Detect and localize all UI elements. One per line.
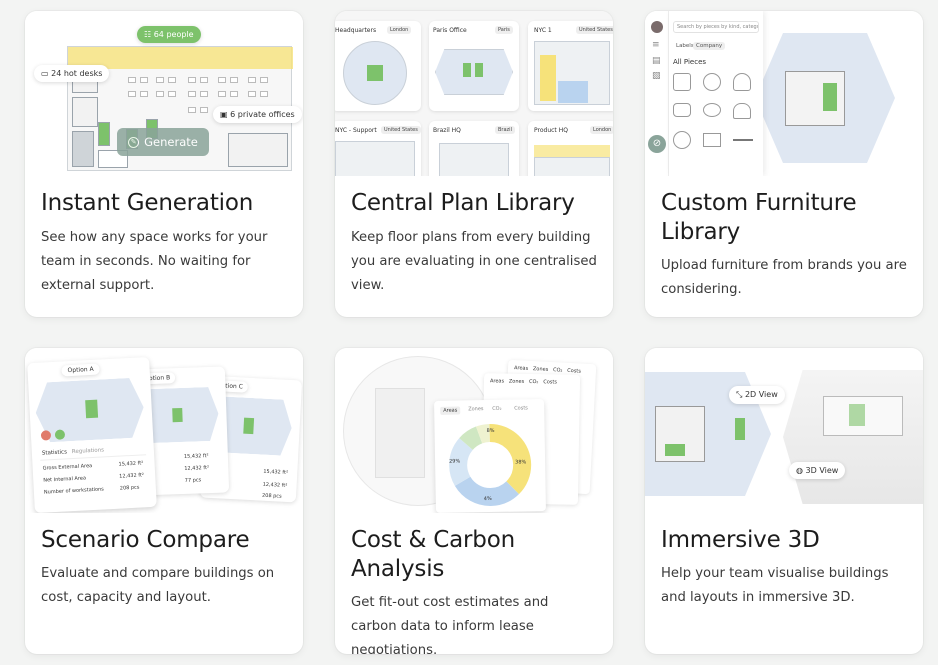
immersive-3d-illustration: ⤡ 2D View ◍ 3D View bbox=[645, 348, 923, 513]
furniture-panel: Search by pieces by kind, category Label… bbox=[669, 11, 763, 176]
card-description: Evaluate and compare buildings on cost, … bbox=[41, 566, 275, 605]
image-icon[interactable]: ▧ bbox=[652, 71, 661, 81]
menu-icon[interactable]: ≡ bbox=[652, 40, 660, 50]
card-cost-carbon-analysis[interactable]: Areas Zones CO₂ Costs Areas Zones CO₂ Co… bbox=[335, 348, 613, 654]
plan-tile-product-hq[interactable]: Product HQ London bbox=[528, 121, 613, 176]
card-description: Keep floor plans from every building you… bbox=[351, 230, 597, 293]
hot-desks-pill: ▭ 24 hot desks bbox=[34, 65, 110, 82]
option-a-panel: Option A Statistics Regulations Gross Ex… bbox=[27, 356, 157, 513]
3d-view-button[interactable]: ◍ 3D View bbox=[789, 462, 846, 479]
card-immersive-3d[interactable]: ⤡ 2D View ◍ 3D View Immersive 3D Help yo… bbox=[645, 348, 923, 654]
card-title: Scenario Compare bbox=[41, 527, 250, 553]
plan-tile-brazil-hq[interactable]: Brazil HQ Brazil bbox=[429, 121, 519, 176]
people-icon: ☷ bbox=[144, 30, 154, 39]
generate-button[interactable]: ✎ Generate bbox=[117, 128, 209, 156]
people-pill: ☷ 64 people bbox=[137, 26, 201, 43]
office-icon: ▣ bbox=[220, 110, 231, 119]
globe-icon: ◍ bbox=[796, 466, 806, 475]
plan-tile-nyc-support[interactable]: NYC - Support United States bbox=[335, 121, 421, 176]
card-scenario-compare[interactable]: Option C 15,432 ft² 12,432 ft² 208 pcs O… bbox=[25, 348, 303, 654]
card-title: Immersive 3D bbox=[661, 527, 820, 553]
card-title: Central Plan Library bbox=[351, 190, 575, 216]
tab-costs[interactable]: Costs bbox=[514, 405, 528, 411]
tab-company[interactable]: Company bbox=[693, 42, 726, 50]
tab-areas[interactable]: Areas bbox=[440, 406, 461, 415]
expand-icon: ⤡ bbox=[736, 390, 745, 399]
card-description: Upload furniture from brands you are con… bbox=[661, 258, 907, 297]
furniture-library-illustration: ≡ ▤ ▧ ⊘ Search by pieces by kind, catego… bbox=[645, 11, 923, 176]
scenario-compare-illustration: Option C 15,432 ft² 12,432 ft² 208 pcs O… bbox=[25, 348, 303, 513]
avatar bbox=[651, 21, 663, 33]
card-title: Cost & Carbon Analysis bbox=[351, 527, 515, 582]
all-pieces-label: All Pieces bbox=[673, 58, 707, 66]
plan-tile-nyc-1[interactable]: NYC 1 United States bbox=[528, 21, 613, 111]
analysis-panel: Areas Zones CO₂ Costs 29% 38% 8% 4% bbox=[434, 399, 546, 513]
instant-generation-illustration: ☷ 64 people ▭ 24 hot desks ▣ 6 private o… bbox=[25, 11, 303, 176]
tab-zones[interactable]: Zones bbox=[468, 406, 483, 412]
card-custom-furniture-library[interactable]: ≡ ▤ ▧ ⊘ Search by pieces by kind, catego… bbox=[645, 11, 923, 317]
tab-co2[interactable]: CO₂ bbox=[492, 406, 502, 412]
card-instant-generation[interactable]: ☷ 64 people ▭ 24 hot desks ▣ 6 private o… bbox=[25, 11, 303, 317]
desk-icon: ▭ bbox=[41, 69, 52, 78]
sparkle-icon: ✎ bbox=[128, 136, 140, 148]
card-description: See how any space works for your team in… bbox=[41, 230, 268, 293]
card-title: Instant Generation bbox=[41, 190, 254, 216]
render-3d bbox=[783, 370, 923, 504]
no-edit-icon[interactable]: ⊘ bbox=[648, 135, 666, 153]
plan-tile-headquarters[interactable]: Headquarters London bbox=[335, 21, 421, 111]
plan-library-illustration: Headquarters London Paris Office Paris N… bbox=[335, 11, 613, 176]
card-title: Custom Furniture Library bbox=[661, 190, 857, 245]
2d-view-button[interactable]: ⤡ 2D View bbox=[729, 386, 785, 404]
furniture-search-input[interactable]: Search by pieces by kind, category bbox=[673, 21, 759, 33]
private-offices-pill: ▣ 6 private offices bbox=[213, 106, 302, 123]
cost-carbon-illustration: Areas Zones CO₂ Costs Areas Zones CO₂ Co… bbox=[335, 348, 613, 513]
card-description: Help your team visualise buildings and l… bbox=[661, 566, 889, 605]
card-central-plan-library[interactable]: Headquarters London Paris Office Paris N… bbox=[335, 11, 613, 317]
furniture-icon[interactable]: ▤ bbox=[652, 56, 661, 66]
left-toolbar: ≡ ▤ ▧ ⊘ bbox=[645, 11, 669, 176]
plan-tile-paris[interactable]: Paris Office Paris bbox=[429, 21, 519, 111]
card-description: Get fit-out cost estimates and carbon da… bbox=[351, 595, 549, 654]
